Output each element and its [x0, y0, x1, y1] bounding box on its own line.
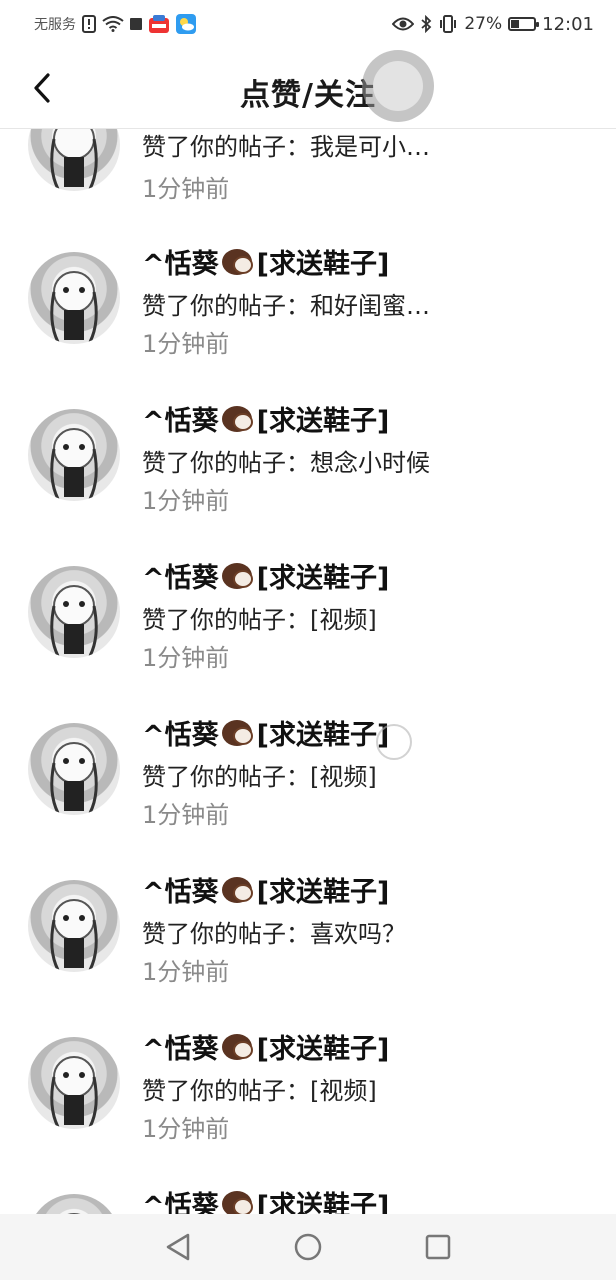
circle-home-icon	[294, 1233, 322, 1261]
user-name-suffix: [求送鞋子]	[256, 406, 390, 437]
user-name-prefix: ^恬葵	[142, 563, 219, 594]
user-name-suffix: [求送鞋子]	[256, 1034, 390, 1065]
clock: 12:01	[542, 13, 594, 35]
nav-back-button[interactable]	[158, 1227, 198, 1267]
list-item[interactable]: ^恬葵 [求送鞋子] 赞了你的帖子：[视频] 1分钟前	[0, 1009, 616, 1166]
app-notification-icon	[148, 14, 170, 34]
user-name-suffix: [求送鞋子]	[256, 1191, 390, 1214]
user-name-suffix: [求送鞋子]	[256, 720, 390, 751]
nav-home-button[interactable]	[288, 1227, 328, 1267]
user-name[interactable]: ^恬葵 [求送鞋子]	[142, 870, 389, 909]
list-item[interactable]: ^恬葵 [求送鞋子] 赞了你的帖子：想念小时候 1分钟前	[0, 381, 616, 538]
page-title: 点赞/关注	[240, 78, 376, 113]
row-text: 赞了你的帖子：[视频]	[142, 1077, 377, 1105]
eye-icon	[392, 16, 415, 32]
user-name[interactable]: ^恬葵 [求送鞋子]	[142, 399, 389, 438]
user-name-prefix: ^恬葵	[142, 720, 219, 751]
user-name-prefix: ^恬葵	[142, 406, 219, 437]
notification-list[interactable]: 赞了你的帖子：我是可小… 1分钟前 ^恬葵 [求送鞋子] 赞了你的帖子：和好闺蜜…	[0, 129, 616, 1214]
stop-icon	[130, 18, 142, 30]
avatar[interactable]	[28, 880, 120, 972]
list-item[interactable]: 赞了你的帖子：我是可小… 1分钟前	[0, 129, 616, 224]
row-time: 1分钟前	[142, 958, 230, 986]
row-time: 1分钟前	[142, 175, 230, 203]
coconut-icon	[221, 404, 255, 434]
row-time: 1分钟前	[142, 1115, 230, 1143]
row-text: 赞了你的帖子：和好闺蜜…	[142, 292, 430, 320]
user-name-prefix: ^恬葵	[142, 1034, 219, 1065]
touch-indicator-ring	[376, 724, 412, 760]
row-text: 赞了你的帖子：喜欢吗？	[142, 920, 406, 948]
row-text: 赞了你的帖子：[视频]	[142, 606, 377, 634]
triangle-back-icon	[166, 1233, 190, 1261]
row-time: 1分钟前	[142, 330, 230, 358]
vibrate-icon	[438, 15, 458, 33]
user-name-prefix: ^恬葵	[142, 877, 219, 908]
coconut-icon	[221, 718, 255, 748]
user-name[interactable]: ^恬葵 [求送鞋子]	[142, 1027, 389, 1066]
avatar[interactable]	[28, 566, 120, 658]
wifi-icon	[102, 16, 124, 32]
status-right: 27% 12:01	[392, 14, 594, 35]
avatar[interactable]	[28, 723, 120, 815]
header: 点赞/关注	[0, 48, 616, 129]
avatar[interactable]	[28, 1194, 120, 1214]
row-time: 1分钟前	[142, 644, 230, 672]
nav-recent-button[interactable]	[418, 1227, 458, 1267]
row-time: 1分钟前	[142, 487, 230, 515]
user-name[interactable]: ^恬葵 [求送鞋子]	[142, 713, 389, 752]
coconut-icon	[221, 875, 255, 905]
row-time: 1分钟前	[142, 801, 230, 829]
carrier-label: 无服务	[34, 17, 76, 33]
list-item[interactable]: ^恬葵 [求送鞋子] 赞了你的帖子：[视频] 1分钟前	[0, 538, 616, 695]
battery-percent: 27%	[464, 14, 503, 34]
square-recent-icon	[425, 1234, 451, 1260]
touch-indicator	[362, 50, 434, 122]
weather-icon	[176, 14, 196, 34]
avatar[interactable]	[28, 409, 120, 501]
row-text: 赞了你的帖子：我是可小…	[142, 133, 430, 161]
user-name-suffix: [求送鞋子]	[256, 249, 390, 280]
status-left: 无服务	[34, 14, 196, 34]
avatar[interactable]	[28, 252, 120, 344]
user-name[interactable]: ^恬葵 [求送鞋子]	[142, 1184, 389, 1214]
bluetooth-icon	[420, 15, 432, 33]
coconut-icon	[221, 561, 255, 591]
battery-icon	[508, 17, 540, 31]
system-nav-bar	[0, 1214, 616, 1280]
status-bar: 无服务 27% 12:01	[0, 0, 616, 48]
user-name-prefix: ^恬葵	[142, 249, 219, 280]
row-text: 赞了你的帖子：想念小时候	[142, 449, 430, 477]
coconut-icon	[221, 1189, 255, 1214]
avatar[interactable]	[28, 129, 120, 191]
list-item[interactable]: ^恬葵 [求送鞋子] 赞了你的帖子：和好闺蜜… 1分钟前	[0, 224, 616, 381]
list-item[interactable]: ^恬葵 [求送鞋子] 赞了你的帖子：[视频] 1分钟前	[0, 695, 616, 852]
user-name-prefix: ^恬葵	[142, 1191, 219, 1214]
user-name-suffix: [求送鞋子]	[256, 563, 390, 594]
coconut-icon	[221, 247, 255, 277]
row-text: 赞了你的帖子：[视频]	[142, 763, 377, 791]
list-item[interactable]: ^恬葵 [求送鞋子]	[0, 1166, 616, 1214]
avatar[interactable]	[28, 1037, 120, 1129]
user-name-suffix: [求送鞋子]	[256, 877, 390, 908]
sim-alert-icon	[82, 15, 96, 33]
user-name[interactable]: ^恬葵 [求送鞋子]	[142, 556, 389, 595]
list-item[interactable]: ^恬葵 [求送鞋子] 赞了你的帖子：喜欢吗？ 1分钟前	[0, 852, 616, 1009]
coconut-icon	[221, 1032, 255, 1062]
user-name[interactable]: ^恬葵 [求送鞋子]	[142, 242, 389, 281]
